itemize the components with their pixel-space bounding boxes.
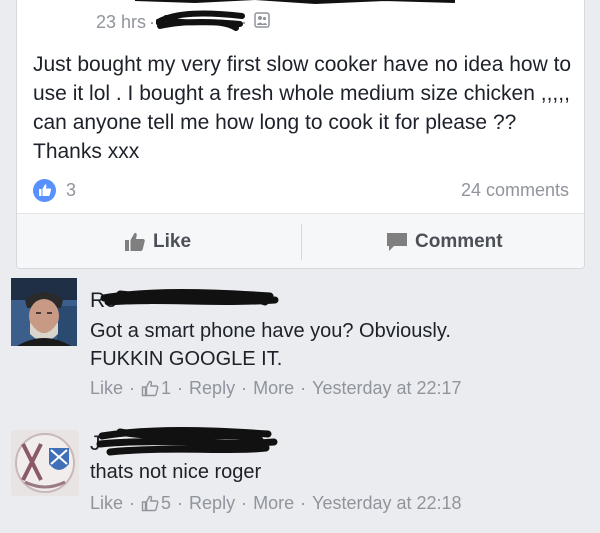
like-button-label: Like [153, 230, 192, 252]
post-text: Just bought my very first slow cooker ha… [33, 53, 572, 163]
redaction-scribble [135, 0, 455, 5]
thumbs-up-outline-icon [141, 495, 159, 512]
comment-more-link[interactable]: More [253, 493, 294, 514]
reaction-summary: 3 24 comments [33, 176, 569, 204]
meta-separator: · [129, 378, 136, 398]
like-count: 3 [66, 179, 77, 200]
comment-like-link[interactable]: Like [90, 378, 123, 399]
meta-separator: · [177, 378, 184, 398]
thumbs-up-outline-icon [141, 380, 159, 397]
comment-author[interactable]: Ro [90, 286, 280, 317]
action-bar: Like Comment [17, 213, 584, 268]
comment-actions: Like · 1 · Reply · More · Yesterday at 2… [90, 378, 462, 399]
friends-icon[interactable] [254, 11, 270, 33]
redacted-name [156, 10, 246, 32]
comment-reply-link[interactable]: Reply [189, 378, 235, 399]
like-button[interactable]: Like [124, 214, 192, 268]
speech-bubble-icon [387, 232, 407, 251]
comments-count[interactable]: 24 comments [461, 180, 569, 201]
meta-separator: · [300, 493, 307, 513]
like-summary[interactable]: 3 [33, 178, 77, 202]
comment-more-link[interactable]: More [253, 378, 294, 399]
divider [301, 224, 302, 260]
meta-separator: · [241, 493, 248, 513]
meta-separator: · [177, 493, 184, 513]
comment-like-count[interactable]: 1 [161, 378, 171, 399]
meta-separator: · [241, 378, 248, 398]
comment-reply-link[interactable]: Reply [189, 493, 235, 514]
comment: Ro Got a smart phone have you? Obviously… [11, 278, 591, 403]
comment-timestamp[interactable]: Yesterday at 22:17 [312, 378, 461, 399]
comment-line: Got a smart phone have you? Obviously. [90, 320, 451, 342]
avatar[interactable] [11, 430, 79, 496]
avatar[interactable] [11, 278, 77, 346]
comment-timestamp[interactable]: Yesterday at 22:18 [312, 493, 461, 514]
post-meta: 23 hrs · · [96, 10, 270, 33]
post-card: 23 hrs · · Just bought my very first slo… [16, 0, 585, 269]
comment-like-link[interactable]: Like [90, 493, 123, 514]
meta-separator: · [129, 493, 136, 513]
comment-line: thats not nice roger [90, 461, 262, 483]
comment: J thats not nice roger Like · 5 · Reply … [11, 418, 591, 528]
meta-separator: · [300, 378, 307, 398]
comment-button-label: Comment [415, 230, 503, 252]
comment-text: Got a smart phone have you? Obviously. F… [90, 317, 570, 373]
comment-text: thats not nice roger [90, 458, 570, 486]
thumbs-up-icon [125, 232, 145, 251]
comment-actions: Like · 5 · Reply · More · Yesterday at 2… [90, 493, 462, 514]
comment-button[interactable]: Comment [386, 214, 503, 268]
thumbs-up-icon [33, 178, 56, 202]
meta-separator: · [149, 11, 156, 32]
redaction-scribble [156, 10, 246, 31]
post-time[interactable]: 23 hrs [96, 12, 146, 33]
comment-like-count[interactable]: 5 [161, 493, 171, 514]
comment-author[interactable]: J [90, 426, 280, 461]
comment-line: FUKKIN GOOGLE IT. [90, 348, 283, 370]
